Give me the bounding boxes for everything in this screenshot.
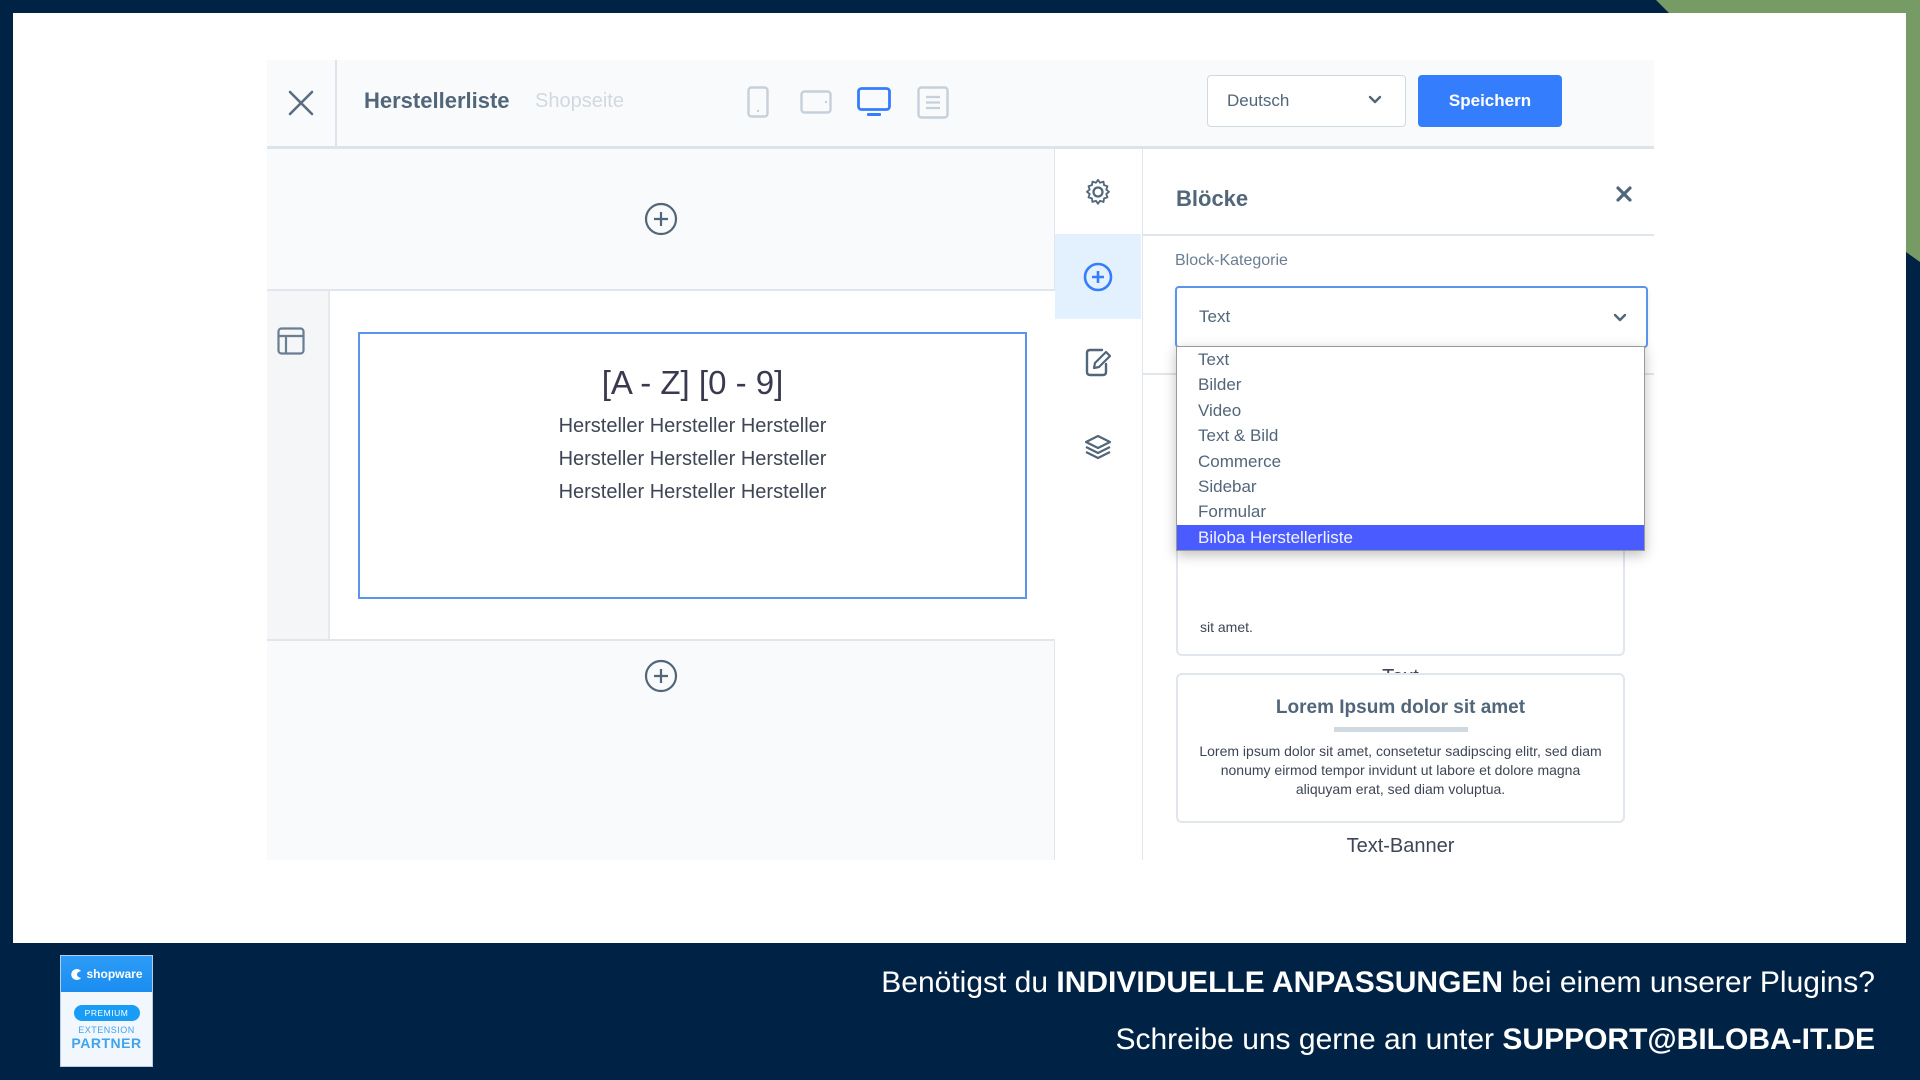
page-title: Herstellerliste	[364, 88, 510, 113]
card-preview-text: sit amet.	[1200, 619, 1253, 635]
close-editor-button[interactable]	[267, 60, 337, 146]
close-icon	[1616, 186, 1632, 202]
manufacturer-list-block[interactable]: [A - Z] [0 - 9] Hersteller Hersteller He…	[358, 332, 1027, 599]
plus-circle-icon	[644, 659, 678, 693]
promo-text: Benötigst du	[881, 966, 1057, 999]
edit-icon	[1085, 348, 1112, 376]
layout-icon	[277, 327, 305, 355]
sidebar-item-layers[interactable]	[1055, 404, 1141, 489]
dropdown-option[interactable]: Bilder	[1177, 372, 1644, 397]
shopware-logo-icon	[71, 968, 82, 980]
device-form-button[interactable]	[917, 84, 949, 120]
form-view-icon	[917, 85, 949, 119]
desktop-icon	[857, 87, 891, 116]
card-preview-divider	[1333, 727, 1468, 732]
promo-line-1: Benötigst du INDIVIDUELLE ANPASSUNGEN be…	[881, 966, 1875, 1000]
block-line: Hersteller Hersteller Hersteller	[558, 481, 827, 503]
panel-header: Blöcke	[1143, 149, 1654, 236]
block-category-value: Text	[1199, 307, 1231, 326]
chevron-down-icon	[1613, 313, 1627, 322]
badge-line2: PARTNER	[71, 1035, 142, 1051]
dropdown-option[interactable]: Commerce	[1177, 449, 1644, 474]
promo-highlight: INDIVIDUELLE ANPASSUNGEN	[1056, 966, 1504, 999]
badge-tier: PREMIUM	[73, 1005, 140, 1021]
tablet-icon	[800, 90, 832, 114]
language-select-value: Deutsch	[1227, 91, 1290, 110]
card-preview-text: Lorem ipsum dolor sit amet, consetetur s…	[1199, 743, 1602, 797]
mobile-icon	[747, 86, 769, 118]
page-section: [A - Z] [0 - 9] Hersteller Hersteller He…	[267, 289, 1055, 641]
save-button[interactable]: Speichern	[1418, 75, 1562, 127]
promo-line-2: Schreibe uns gerne an unter SUPPORT@BILO…	[1115, 1023, 1875, 1057]
layers-icon	[1084, 434, 1112, 459]
dropdown-option[interactable]: Sidebar	[1177, 474, 1644, 499]
block-line: Hersteller Hersteller Hersteller	[558, 448, 827, 470]
support-email: SUPPORT@BILOBA-IT.DE	[1502, 1023, 1875, 1056]
sidebar-item-blocks[interactable]	[1055, 234, 1141, 319]
block-heading: [A - Z] [0 - 9]	[601, 364, 784, 401]
dropdown-option-selected[interactable]: Biloba Herstellerliste	[1177, 524, 1644, 551]
shopware-partner-badge: shopware PREMIUM EXTENSION PARTNER	[60, 955, 153, 1067]
promo-text: Schreibe uns gerne an unter	[1115, 1023, 1503, 1056]
block-category-select[interactable]: Text	[1175, 286, 1648, 348]
chevron-down-icon	[1368, 95, 1382, 104]
block-category-label: Block-Kategorie	[1175, 252, 1288, 269]
panel-title: Blöcke	[1176, 186, 1249, 211]
plus-circle-icon	[644, 202, 678, 236]
close-panel-button[interactable]	[1616, 186, 1632, 207]
card-preview-title: Lorem Ipsum dolor sit amet	[1275, 697, 1526, 718]
dropdown-option[interactable]: Video	[1177, 398, 1644, 423]
close-icon	[288, 90, 314, 116]
sidebar-item-settings[interactable]	[1055, 149, 1141, 234]
badge-brand: shopware	[86, 967, 143, 981]
device-desktop-button[interactable]	[857, 84, 891, 120]
add-section-button[interactable]	[644, 202, 678, 236]
device-mobile-button[interactable]	[747, 84, 769, 120]
add-block-icon	[1083, 262, 1113, 291]
block-card-caption: Text-Banner	[1346, 835, 1455, 857]
dropdown-option[interactable]: Text	[1177, 347, 1644, 372]
add-section-button[interactable]	[644, 659, 678, 693]
settings-icon	[1086, 178, 1110, 205]
sidebar-item-edit[interactable]	[1055, 319, 1141, 404]
badge-line1: EXTENSION	[78, 1025, 135, 1035]
block-line: Hersteller Hersteller Hersteller	[558, 415, 827, 437]
page-type: Shopseite	[535, 90, 624, 112]
section-settings-button[interactable]	[277, 327, 305, 360]
add-section-bottom	[267, 641, 1055, 711]
block-category-dropdown: Text Bilder Video Text & Bild Commerce S…	[1176, 346, 1645, 551]
promo-text: bei einem unserer Plugins?	[1503, 966, 1875, 999]
add-section-top	[267, 149, 1055, 289]
block-card-text-banner[interactable]: Lorem Ipsum dolor sit amet Lorem ipsum d…	[1176, 673, 1625, 823]
section-sidebar	[267, 291, 330, 639]
dropdown-option[interactable]: Text & Bild	[1177, 423, 1644, 448]
editor-sidebar	[1055, 149, 1143, 860]
device-tablet-button[interactable]	[800, 84, 832, 120]
editor-toolbar: Herstellerliste Shopseite Deutsch Speich…	[267, 60, 1654, 149]
dropdown-option[interactable]: Formular	[1177, 499, 1644, 524]
language-select[interactable]: Deutsch	[1207, 75, 1406, 127]
page-canvas: [A - Z] [0 - 9] Hersteller Hersteller He…	[267, 149, 1055, 860]
